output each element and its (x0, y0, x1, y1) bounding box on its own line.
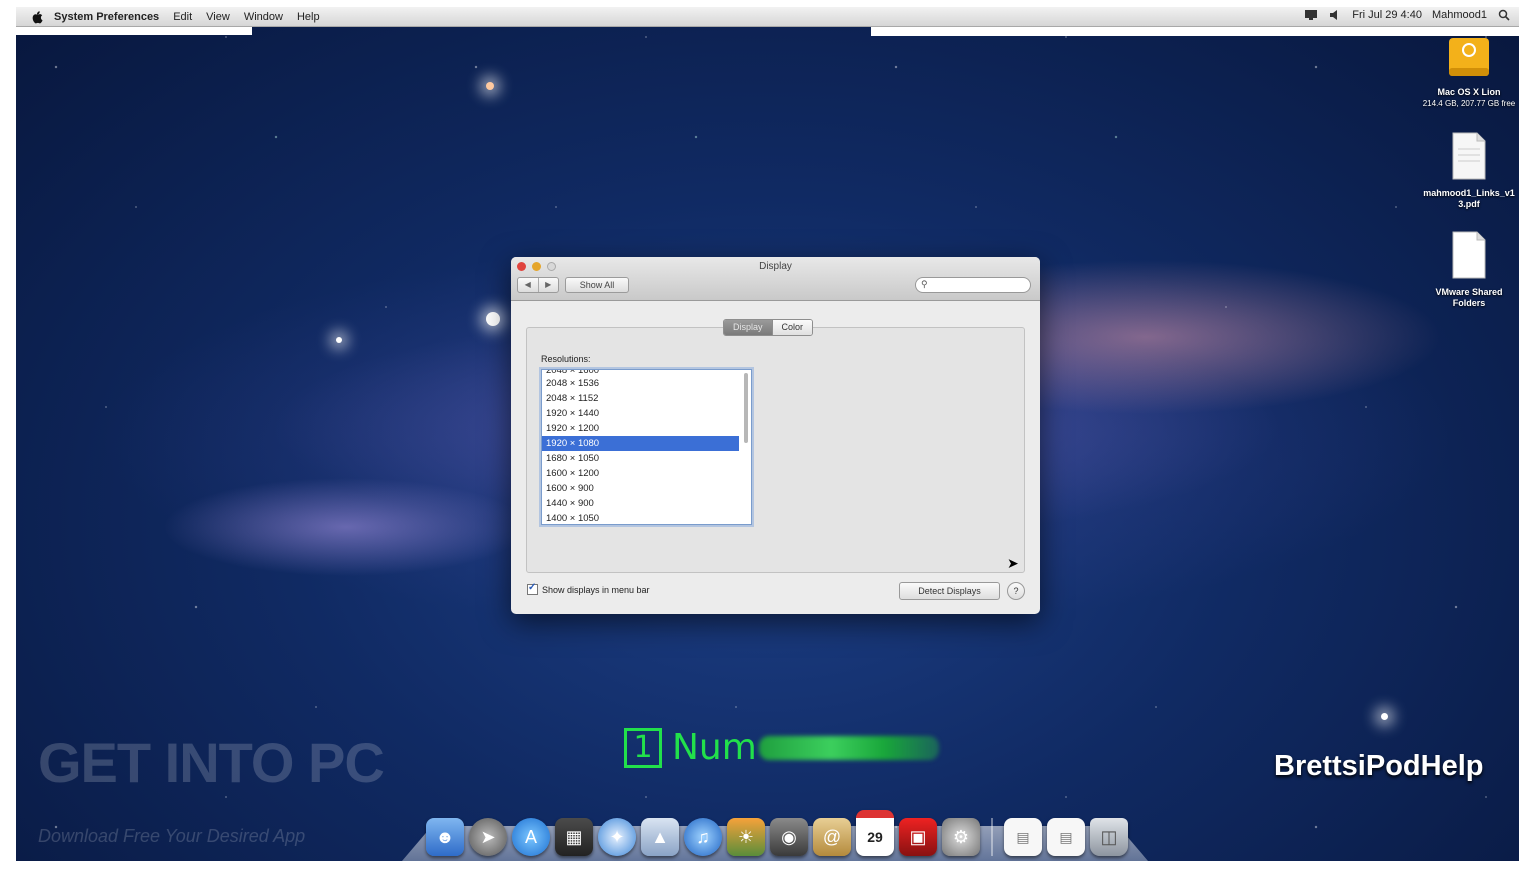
photo-booth-icon[interactable]: ▣ (899, 818, 937, 856)
star (1381, 713, 1388, 720)
spotlight-icon[interactable] (1497, 9, 1511, 21)
preview-icon[interactable]: ▲ (641, 818, 679, 856)
checkbox-checked-icon[interactable] (527, 582, 538, 595)
desktop-icon-label: VMware Shared (1435, 287, 1503, 297)
watermark-subtitle: Download Free Your Desired App (38, 826, 306, 846)
resolution-row[interactable]: 1680 × 1050 (542, 451, 739, 466)
display-menu-icon[interactable] (1304, 9, 1318, 21)
forward-arrow-icon[interactable]: ▶ (537, 278, 559, 292)
desktop-icon-hard-drive[interactable]: Mac OS X Lion 214.4 GB, 207.77 GB free (1414, 36, 1519, 109)
dock-separator (991, 818, 993, 856)
tab-color[interactable]: Color (771, 320, 813, 335)
desktop-icon-label: mahmood1_Links_v1 (1423, 188, 1515, 198)
safari-icon[interactable]: ✦ (598, 818, 636, 856)
desktop-icon-pdf[interactable]: mahmood1_Links_v1 3.pdf (1414, 131, 1519, 210)
back-forward-buttons[interactable]: ◀ ▶ (517, 277, 559, 293)
menu-user[interactable]: Mahmood1 (1432, 9, 1487, 21)
display-preferences-window: Display ◀ ▶ Show All ⚲ Display Color Res… (511, 257, 1040, 614)
watermark-text: GET INTO PC (38, 731, 385, 794)
show-all-button[interactable]: Show All (565, 277, 629, 293)
document-icon (1452, 231, 1486, 279)
desktop-icon-sublabel: 214.4 GB, 207.77 GB free (1422, 99, 1516, 108)
list-scrollbar[interactable] (744, 373, 748, 443)
volume-icon[interactable] (1328, 9, 1342, 21)
resolutions-label: Resolutions: (541, 354, 591, 364)
num-lock-indicator: 1 Num (624, 727, 939, 768)
address-book-icon[interactable]: @ (813, 818, 851, 856)
back-arrow-icon[interactable]: ◀ (518, 278, 538, 292)
resolution-row[interactable]: 1920 × 1200 (542, 421, 739, 436)
search-field[interactable]: ⚲ (915, 277, 1031, 293)
mission-control-icon[interactable]: ▦ (555, 818, 593, 856)
show-displays-checkbox[interactable]: Show displays in menu bar (527, 582, 650, 595)
system-preferences-icon[interactable]: ⚙ (942, 818, 980, 856)
show-displays-label: Show displays in menu bar (542, 584, 650, 595)
menu-edit[interactable]: Edit (173, 11, 192, 23)
window-titlebar[interactable]: Display ◀ ▶ Show All ⚲ (511, 257, 1040, 301)
document-stack-icon[interactable]: ▤ (1004, 818, 1042, 856)
itunes-icon[interactable]: ♫ (684, 818, 722, 856)
pdf-document-icon (1452, 132, 1486, 180)
menu-bar: System Preferences Edit View Window Help… (16, 7, 1519, 27)
resolution-row[interactable]: 2048 × 1536 (542, 376, 739, 391)
trash-icon[interactable]: ◫ (1090, 818, 1128, 856)
finder-icon[interactable]: ☻ (426, 818, 464, 856)
detect-displays-button[interactable]: Detect Displays (899, 582, 1000, 600)
document-stack-icon[interactable]: ▤ (1047, 818, 1085, 856)
apple-menu-icon[interactable] (30, 10, 44, 24)
resolution-row[interactable]: 2048 × 1152 (542, 391, 739, 406)
menu-help[interactable]: Help (297, 11, 320, 23)
tab-display[interactable]: Display (724, 320, 772, 335)
num-lock-text: Num (672, 727, 757, 768)
desktop-icon-shared-folders[interactable]: VMware Shared Folders (1414, 230, 1519, 309)
resolution-row[interactable]: 1600 × 900 (542, 481, 739, 496)
frame-edge (871, 26, 1519, 36)
menu-view[interactable]: View (206, 11, 230, 23)
resolution-row[interactable]: 1920 × 1440 (542, 406, 739, 421)
desktop-icon-sublabel: Folders (1452, 298, 1486, 308)
resolution-row[interactable]: 1440 × 900 (542, 496, 739, 511)
help-button[interactable]: ? (1007, 582, 1025, 600)
menu-app-name[interactable]: System Preferences (54, 11, 159, 23)
mouse-pointer-icon: ➤ (1007, 555, 1019, 571)
menu-window[interactable]: Window (244, 11, 283, 23)
launchpad-icon[interactable]: ➤ (469, 818, 507, 856)
window-title: Display (759, 261, 792, 272)
iphoto-icon[interactable]: ☀ (727, 818, 765, 856)
menu-clock[interactable]: Fri Jul 29 4:40 (1352, 9, 1422, 21)
desktop-icon-sublabel: 3.pdf (1458, 199, 1480, 209)
star (486, 312, 500, 326)
calendar-icon[interactable]: 29 (856, 810, 894, 856)
resolution-row-selected[interactable]: 1920 × 1080 (542, 436, 739, 451)
resolution-row[interactable]: 1600 × 1200 (542, 466, 739, 481)
desktop-icon-label: Mac OS X Lion (1437, 87, 1501, 97)
tab-segmented-control: Display Color (723, 319, 814, 336)
facetime-icon[interactable]: ◉ (770, 818, 808, 856)
star (336, 337, 342, 343)
resolution-row[interactable]: 1400 × 1050 (542, 511, 739, 524)
redacted-smear (758, 735, 939, 760)
num-lock-badge: 1 (624, 727, 662, 768)
search-icon: ⚲ (921, 279, 928, 289)
frame-edge (16, 26, 252, 35)
dock: ☻ ➤ A ▦ ✦ ▲ ♫ ☀ ◉ @ 29 ▣ ⚙ ▤ ▤ ◫ (426, 806, 1128, 856)
brand-watermark: BrettsiPodHelp (1274, 750, 1484, 782)
hard-drive-icon (1449, 38, 1489, 76)
app-store-icon[interactable]: A (512, 818, 550, 856)
star (486, 82, 494, 90)
resolutions-list[interactable]: 2048 × 1600 2048 × 1536 2048 × 1152 1920… (541, 369, 752, 525)
